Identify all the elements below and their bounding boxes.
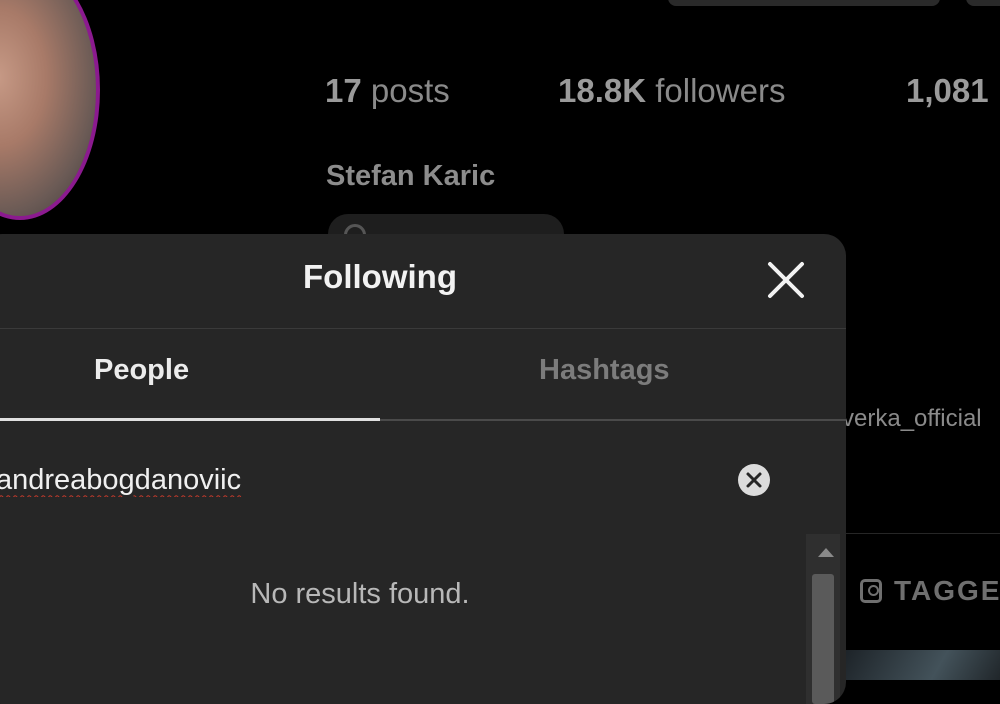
profile-avatar[interactable] <box>0 0 110 230</box>
scroll-up-arrow-icon[interactable] <box>818 548 834 557</box>
mentioned-username[interactable]: verka_official <box>842 405 982 433</box>
following-stat[interactable]: 1,081 <box>906 72 989 110</box>
close-icon <box>768 262 804 298</box>
header-divider <box>0 328 846 329</box>
tab-hashtags[interactable]: Hashtags <box>539 354 670 387</box>
scrollbar-thumb[interactable] <box>812 574 834 704</box>
clear-circle-icon <box>738 464 770 496</box>
modal-title: Following <box>303 258 457 295</box>
tagged-icon <box>860 579 882 603</box>
search-input[interactable] <box>0 458 696 502</box>
tab-tagged[interactable]: TAGGE <box>860 575 1000 607</box>
followers-stat[interactable]: 18.8K followers <box>558 72 785 110</box>
header-button[interactable] <box>966 0 1000 6</box>
no-results-message: No results found. <box>250 578 470 610</box>
posts-stat: 17 posts <box>325 72 450 109</box>
tabs-divider <box>845 533 1000 534</box>
tab-tagged-label: TAGGE <box>894 575 1000 606</box>
header-button[interactable] <box>668 0 940 6</box>
active-tab-indicator <box>0 418 380 421</box>
tab-people[interactable]: People <box>94 354 189 387</box>
profile-name: Stefan Karic <box>326 160 496 192</box>
clear-search-button[interactable] <box>737 463 771 497</box>
following-modal: Following People Hashtags No results fou… <box>0 234 846 704</box>
post-thumbnail[interactable] <box>845 650 1000 680</box>
close-button[interactable] <box>762 256 810 304</box>
